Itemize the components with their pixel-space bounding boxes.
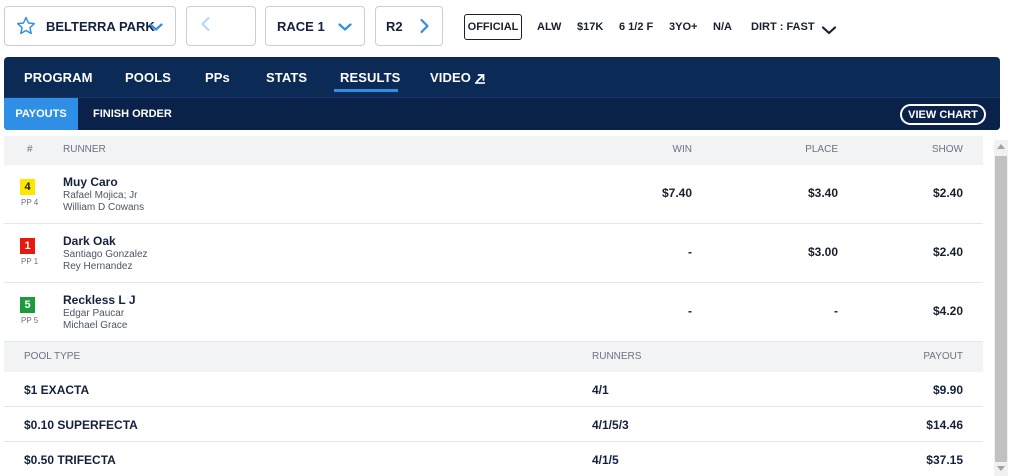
pool-row: $0.50 TRIFECTA 4/1/5 $37.15 xyxy=(4,442,983,476)
race-surface: DIRT : FAST xyxy=(751,21,815,33)
show-payout: $4.20 xyxy=(932,304,963,318)
pool-payout: $9.90 xyxy=(932,383,963,397)
tab-video-label: VIDEO xyxy=(430,70,471,85)
tab-results[interactable]: RESULTS xyxy=(340,70,400,85)
race-sex: N/A xyxy=(713,21,732,33)
pool-row: $1 EXACTA 4/1 $9.90 xyxy=(4,372,983,407)
previous-race-button[interactable] xyxy=(186,6,256,46)
scroll-up-arrow-icon[interactable] xyxy=(997,144,1005,149)
view-chart-button[interactable]: VIEW CHART xyxy=(900,104,986,125)
win-payout: - xyxy=(688,304,692,318)
horse-name[interactable]: Reckless L J xyxy=(63,293,136,307)
results-header-row: # RUNNER WIN PLACE SHOW xyxy=(4,136,983,165)
chevron-down-icon xyxy=(149,20,163,38)
post-position-label: PP 1 xyxy=(21,257,39,266)
tab-stats[interactable]: STATS xyxy=(266,70,307,85)
scrollbar-thumb[interactable] xyxy=(995,156,1007,462)
header-place: PLACE xyxy=(805,144,838,155)
chevron-left-icon xyxy=(200,16,212,37)
trainer-name: Rey Hernandez xyxy=(63,261,133,272)
pool-type: $1 EXACTA xyxy=(24,383,90,397)
table-row: 1 PP 1 Dark Oak Santiago Gonzalez Rey He… xyxy=(4,224,983,283)
tab-pools[interactable]: POOLS xyxy=(125,70,171,85)
table-row: 5 PP 5 Reckless L J Edgar Paucar Michael… xyxy=(4,283,983,342)
official-status-badge: OFFICIAL xyxy=(464,14,522,40)
win-payout: - xyxy=(688,245,692,259)
place-payout: - xyxy=(834,304,838,318)
header-runners: RUNNERS xyxy=(592,351,642,362)
header-payout: PAYOUT xyxy=(923,351,963,362)
trainer-name: William D Cowans xyxy=(63,202,145,213)
jockey-name: Edgar Paucar xyxy=(63,308,125,319)
subtab-payouts[interactable]: PAYOUTS xyxy=(4,98,78,130)
pool-type: $0.10 SUPERFECTA xyxy=(24,418,138,432)
header-win: WIN xyxy=(672,144,692,155)
next-race-label: R2 xyxy=(386,18,403,34)
pool-payout: $14.46 xyxy=(926,418,963,432)
post-position-label: PP 4 xyxy=(21,198,39,207)
tab-video[interactable]: VIDEO xyxy=(430,70,486,85)
scroll-down-arrow-icon[interactable] xyxy=(997,466,1005,471)
show-payout: $2.40 xyxy=(932,245,963,259)
post-position-label: PP 5 xyxy=(21,316,39,325)
program-number-badge: 1 xyxy=(20,238,35,254)
race-name: RACE 1 xyxy=(277,18,325,34)
jockey-name: Santiago Gonzalez xyxy=(63,249,148,260)
race-distance: 6 1/2 F xyxy=(619,21,654,33)
race-type: ALW xyxy=(537,21,562,33)
pool-row: $0.10 SUPERFECTA 4/1/5/3 $14.46 xyxy=(4,407,983,442)
subtab-finish-order[interactable]: FINISH ORDER xyxy=(93,108,172,120)
horse-name[interactable]: Muy Caro xyxy=(63,175,118,189)
race-selector[interactable]: RACE 1 xyxy=(265,6,365,46)
horse-name[interactable]: Dark Oak xyxy=(63,234,116,248)
pool-payout: $37.15 xyxy=(926,453,963,467)
race-selector-bar: BELTERRA PARK RACE 1 R2 OFFICIAL ALW $17… xyxy=(0,0,1017,54)
results-subnav: PAYOUTS FINISH ORDER VIEW CHART xyxy=(4,97,1000,130)
external-link-icon xyxy=(474,73,485,84)
race-age: 3YO+ xyxy=(669,21,698,33)
pool-runners: 4/1 xyxy=(592,383,609,397)
pool-runners: 4/1/5 xyxy=(592,453,619,467)
header-number: # xyxy=(27,144,33,155)
chevron-right-icon xyxy=(418,18,430,39)
program-number-badge: 4 xyxy=(20,179,35,195)
nav-tabs: PROGRAM POOLS PPs STATS RESULTS VIDEO xyxy=(4,57,1000,97)
table-row: 4 PP 4 Muy Caro Rafael Mojica; Jr Willia… xyxy=(4,165,983,224)
jockey-name: Rafael Mojica; Jr xyxy=(63,190,138,201)
main-navigation: PROGRAM POOLS PPs STATS RESULTS VIDEO PA… xyxy=(4,57,1000,130)
tab-pps[interactable]: PPs xyxy=(205,70,230,85)
program-number-badge: 5 xyxy=(20,297,35,313)
header-show: SHOW xyxy=(931,144,963,155)
place-payout: $3.40 xyxy=(807,186,838,200)
track-selector[interactable]: BELTERRA PARK xyxy=(4,6,176,46)
pool-runners: 4/1/5/3 xyxy=(592,418,629,432)
track-name: BELTERRA PARK xyxy=(46,18,155,34)
trainer-name: Michael Grace xyxy=(63,320,128,331)
expand-race-info-button[interactable] xyxy=(821,17,837,43)
chevron-down-icon xyxy=(338,20,352,38)
active-tab-indicator xyxy=(334,89,398,92)
show-payout: $2.40 xyxy=(932,186,963,200)
next-race-button[interactable]: R2 xyxy=(375,6,443,46)
race-purse: $17K xyxy=(577,21,604,33)
header-pool-type: POOL TYPE xyxy=(24,351,81,362)
star-icon[interactable] xyxy=(12,15,40,37)
pools-header-row: POOL TYPE RUNNERS PAYOUT xyxy=(4,342,983,372)
pool-type: $0.50 TRIFECTA xyxy=(24,453,116,467)
win-payout: $7.40 xyxy=(661,186,692,200)
tab-program[interactable]: PROGRAM xyxy=(24,70,93,85)
header-runner: RUNNER xyxy=(63,144,106,155)
place-payout: $3.00 xyxy=(807,245,838,259)
chevron-down-icon xyxy=(821,26,837,35)
